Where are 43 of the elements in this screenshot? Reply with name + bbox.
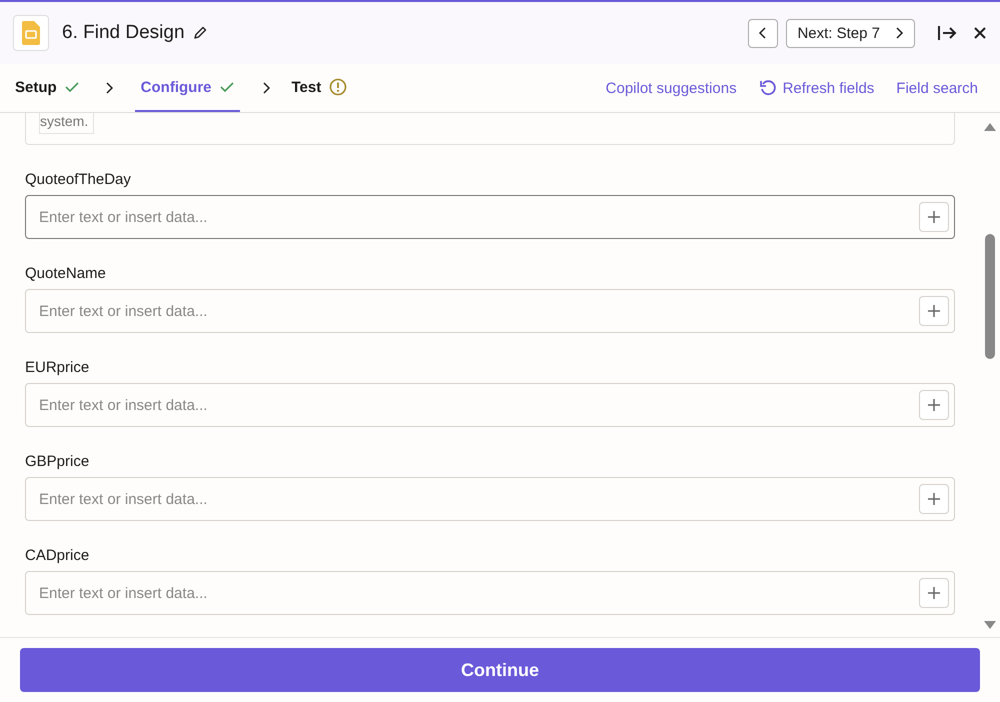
text-field[interactable]: system. — [25, 113, 955, 145]
edit-icon[interactable] — [192, 26, 207, 40]
close-icon[interactable] — [973, 26, 987, 40]
field-label: EURprice — [25, 359, 90, 376]
plus-icon — [927, 398, 941, 412]
scroll-down-icon[interactable] — [984, 621, 996, 629]
input-field[interactable]: Enter text or insert data... — [25, 195, 955, 239]
toolbar-link[interactable]: Copilot suggestions — [606, 80, 737, 96]
toolbar-link[interactable]: Field search — [896, 80, 978, 96]
collapse-panel-icon[interactable] — [937, 24, 957, 42]
toolbar-link[interactable]: Refresh fields — [758, 79, 874, 97]
checkmark-icon — [220, 81, 234, 93]
continue-button[interactable]: Continue — [20, 648, 980, 692]
plus-icon — [927, 304, 941, 318]
scrollbar-thumb[interactable] — [985, 234, 995, 359]
chevron-left-icon — [758, 27, 768, 39]
step-tab[interactable]: Configure — [134, 64, 240, 112]
field-label: QuoteName — [25, 265, 107, 282]
insert-data-button[interactable] — [919, 484, 949, 514]
chevron-icon — [104, 82, 113, 94]
field-label: QuoteofTheDay — [25, 171, 132, 188]
chevron-icon — [262, 82, 270, 94]
data-chip: system. — [39, 113, 94, 134]
field-label: GBPprice — [25, 453, 90, 470]
insert-data-button[interactable] — [919, 578, 949, 608]
insert-data-button[interactable] — [919, 390, 949, 420]
step-tab[interactable]: Test — [292, 64, 352, 112]
slides-app-icon — [13, 15, 49, 51]
next-step-button[interactable]: Next: Step 7 — [786, 18, 915, 48]
plus-icon — [927, 586, 941, 600]
refresh-icon — [758, 79, 777, 97]
plus-icon — [927, 210, 941, 224]
insert-data-button[interactable] — [919, 202, 949, 232]
insert-data-button[interactable] — [919, 296, 949, 326]
previous-button[interactable] — [748, 18, 778, 48]
warning-icon — [329, 78, 348, 96]
step-tab[interactable]: Setup — [15, 64, 83, 112]
scroll-up-icon[interactable] — [984, 123, 996, 131]
plus-icon — [927, 492, 941, 506]
step-title: 6. Find Design — [62, 22, 185, 44]
field-label: CADprice — [25, 547, 90, 564]
checkmark-icon — [64, 81, 79, 93]
chevron-right-icon — [894, 27, 904, 39]
